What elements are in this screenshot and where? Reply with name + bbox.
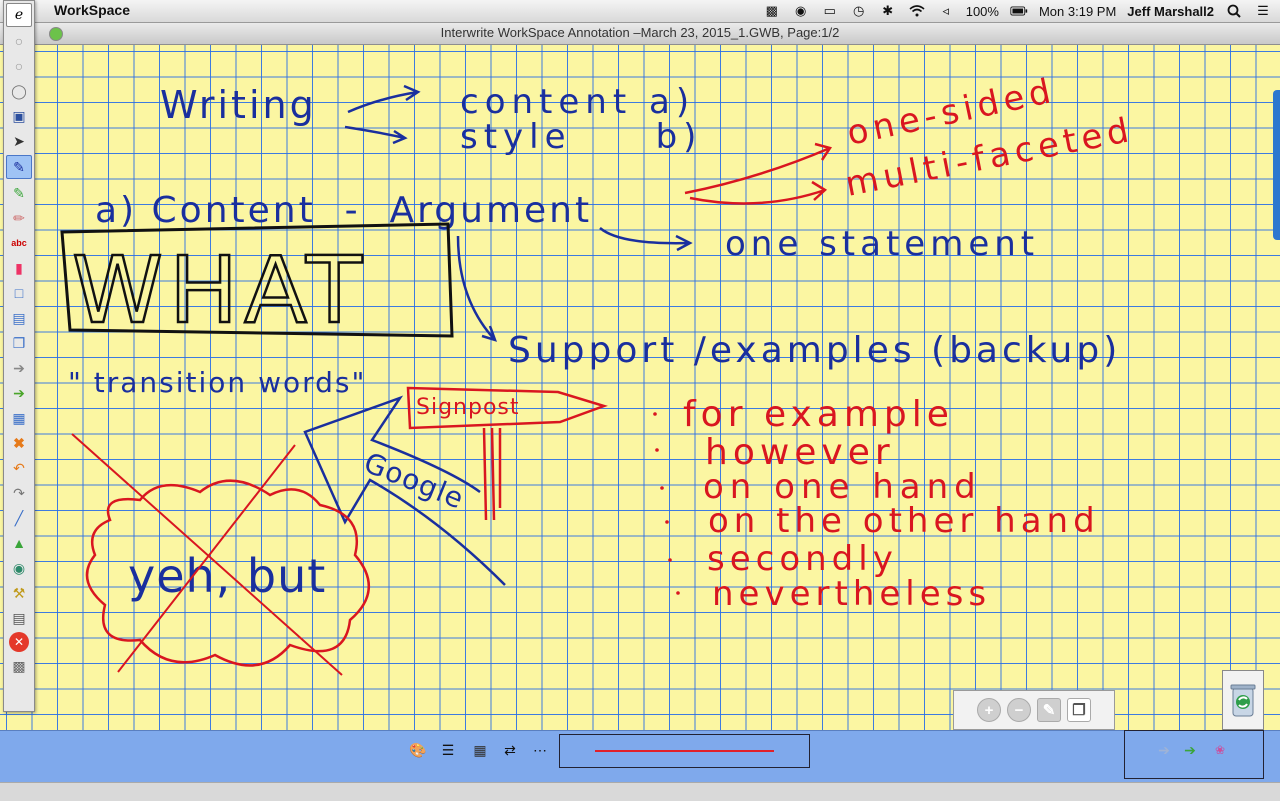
app-menu-name[interactable]: WorkSpace	[54, 2, 130, 18]
page-sorter-icon[interactable]: ▦	[7, 407, 31, 429]
page-controls: + − ✎ ❐	[953, 690, 1115, 730]
line-tool-icon[interactable]: ╱	[7, 507, 31, 529]
nav-forward-icon[interactable]: ➔	[1179, 739, 1201, 761]
close-red-icon[interactable]: ✕	[9, 632, 29, 652]
search-icon[interactable]	[1225, 3, 1243, 19]
copy-page-icon[interactable]: ❐	[7, 332, 31, 354]
arrow-to-one-sided	[684, 142, 833, 195]
redo-icon[interactable]: ↷	[7, 482, 31, 504]
undo-icon[interactable]: ↶	[7, 457, 31, 479]
page-duplicate-icon[interactable]: ❐	[1067, 698, 1091, 722]
save-icon[interactable]: ▣	[7, 105, 31, 127]
collapse-circle-icon[interactable]: ○	[7, 55, 31, 77]
arrow-to-multi-faceted	[689, 180, 828, 205]
volume-icon[interactable]: ◃	[937, 3, 955, 19]
tool-palette: e ○ ○ ◯ ▣ ➤ ✎ ✎ ✏ abc ▮ □ ▤ ❐ ➔ ➔ ▦ ✖ ↶ …	[3, 0, 35, 712]
window-title-bar: Interwrite WorkSpace Annotation –March 2…	[0, 22, 1280, 45]
highlighter-icon[interactable]: ✎	[7, 182, 31, 204]
ink-layer: Writing content a) style b) one-sided mu…	[60, 71, 1137, 676]
style-word: style b)	[460, 117, 702, 157]
recycle-bin-icon[interactable]	[1222, 670, 1264, 730]
new-page-icon[interactable]: □	[7, 282, 31, 304]
writing-word: Writing	[160, 83, 317, 127]
battery-percent: 100%	[965, 3, 999, 19]
one-statement-note: one statement	[725, 224, 1039, 264]
nav-palette-icon[interactable]: ❀	[1209, 739, 1231, 761]
arrow-to-content	[347, 84, 421, 114]
settings-panel-icon[interactable]: ▩	[7, 655, 31, 677]
transition-item-5: secondly	[707, 539, 898, 579]
menu-bar: e WorkSpace ▩ ◉ ▭ ◷ ✱ ◃ 100% Mon 3:19 PM…	[0, 0, 1280, 23]
zoom-out-icon[interactable]: −	[1007, 698, 1031, 722]
bullet-dots	[653, 412, 680, 595]
transition-item-6: nevertheless	[712, 574, 991, 614]
next-page-icon[interactable]: ➔	[7, 382, 31, 404]
eraser-icon[interactable]: ▮	[7, 257, 31, 279]
yeh-but-note: yeh, but	[128, 549, 326, 603]
line-width-icon[interactable]: ☰	[437, 740, 459, 760]
mouse-mode-icon[interactable]: ◯	[7, 80, 31, 102]
transition-words-note: " transition words"	[68, 366, 366, 399]
dash-style-icon[interactable]: ⋯	[529, 740, 551, 760]
screenshot-icon[interactable]: ▩	[763, 3, 781, 19]
menu-list-icon[interactable]: ☰	[1254, 3, 1272, 19]
zoom-in-icon[interactable]: +	[977, 698, 1001, 722]
scroll-handle[interactable]	[1273, 90, 1280, 240]
recorder-icon[interactable]: ◉	[7, 557, 31, 579]
line-preview	[559, 734, 810, 768]
transparency-icon[interactable]: ▦	[469, 740, 491, 760]
airplay-icon[interactable]: ▭	[821, 3, 839, 19]
clear-icon[interactable]: ✖	[7, 432, 31, 454]
arrow-to-style	[344, 125, 408, 145]
nav-back-icon[interactable]: ➔	[1153, 739, 1175, 761]
pencil-icon[interactable]: ✏	[7, 207, 31, 229]
what-word: WHAT	[72, 237, 368, 344]
minimize-circle-icon[interactable]: ○	[7, 30, 31, 52]
bluetooth-icon[interactable]: ✱	[879, 3, 897, 19]
arrow-to-one-statement	[599, 227, 693, 252]
shapes-icon[interactable]: ▲	[7, 532, 31, 554]
select-arrow-icon[interactable]: ➤	[7, 130, 31, 152]
line-preview-stroke	[595, 750, 774, 752]
time-machine-icon[interactable]: ◷	[850, 3, 868, 19]
app-e-icon[interactable]: e	[6, 3, 32, 27]
line-style-icon[interactable]: ⇄	[499, 740, 521, 760]
battery-icon[interactable]	[1010, 3, 1028, 19]
pen-icon[interactable]: ✎	[6, 155, 32, 179]
previous-page-icon[interactable]: ➔	[7, 357, 31, 379]
transition-item-4: on the other hand	[708, 501, 1100, 541]
text-abc-icon[interactable]: abc	[7, 232, 31, 254]
menubar-clock[interactable]: Mon 3:19 PM	[1039, 4, 1116, 19]
toolbox-icon[interactable]: ▤	[7, 607, 31, 629]
support-examples-note: Support /examples (backup)	[508, 330, 1121, 371]
window-title: Interwrite WorkSpace Annotation –March 2…	[440, 25, 840, 40]
menubar-user[interactable]: Jeff Marshall2	[1127, 4, 1214, 19]
tools-icon[interactable]: ⚒	[7, 582, 31, 604]
camera-icon[interactable]: ◉	[792, 3, 810, 19]
transition-item-1: for example	[683, 394, 954, 435]
arrow-to-support	[456, 235, 498, 342]
wifi-icon[interactable]	[908, 3, 926, 19]
content-word: content a)	[460, 82, 695, 122]
signpost-label: Signpost	[416, 395, 520, 420]
page-list-icon[interactable]: ▤	[7, 307, 31, 329]
annotation-canvas[interactable]: Writing content a) style b) one-sided mu…	[0, 45, 1280, 730]
signpost-pole	[482, 427, 502, 521]
status-strip	[0, 782, 1280, 801]
page-navigation-box: ➔ ➔ ❀	[1124, 730, 1264, 779]
page-edit-icon[interactable]: ✎	[1037, 698, 1061, 722]
color-palette-icon[interactable]: 🎨	[408, 740, 428, 760]
